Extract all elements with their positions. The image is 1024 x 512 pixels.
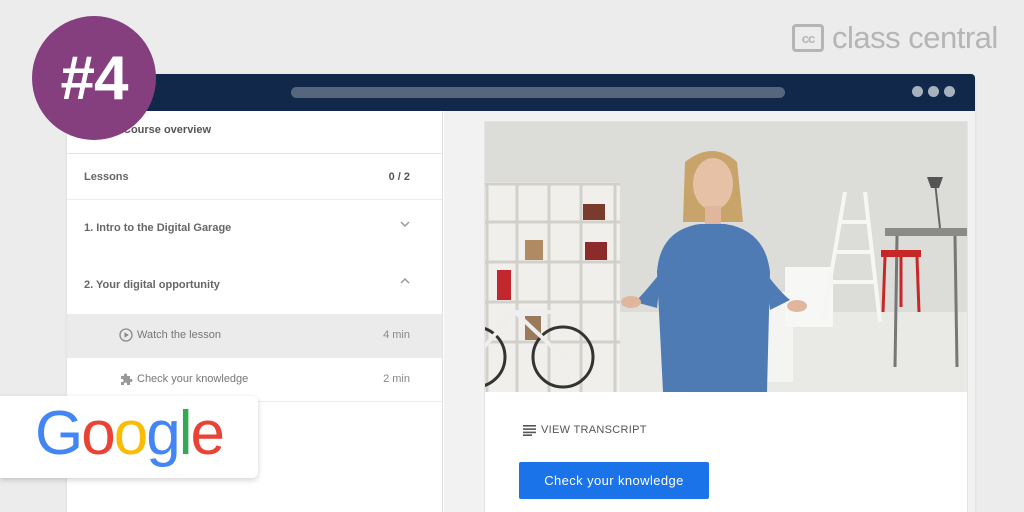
google-letter: o (81, 399, 116, 468)
google-logo-card: Google (0, 396, 258, 478)
view-transcript-button[interactable]: VIEW TRANSCRIPT (523, 424, 647, 436)
class-central-wordmark: class central (832, 20, 998, 55)
lesson-item-watch[interactable]: Watch the lesson 4 min (67, 314, 442, 358)
lessons-label: Lessons (84, 171, 129, 183)
rank-badge: #4 (32, 16, 156, 140)
menu-dot (912, 86, 923, 97)
browser-titlebar (67, 74, 975, 111)
lessons-progress: 0 / 2 (388, 171, 410, 183)
play-circle-icon (119, 328, 133, 342)
google-letter: G (35, 399, 83, 468)
module-title: 2. Your digital opportunity (84, 279, 220, 291)
lesson-title: Check your knowledge (137, 373, 249, 385)
menu-dot (944, 86, 955, 97)
google-letter: g (146, 399, 181, 468)
google-letter: l (178, 399, 193, 468)
check-knowledge-button[interactable]: Check your knowledge (519, 462, 709, 499)
lesson-title: Watch the lesson (137, 329, 221, 341)
lesson-duration: 2 min (383, 373, 410, 385)
chevron-down-icon (400, 221, 410, 228)
module-item-digital-opportunity[interactable]: 2. Your digital opportunity (67, 257, 442, 314)
view-transcript-label: VIEW TRANSCRIPT (541, 424, 647, 436)
lesson-card: VIEW TRANSCRIPT Check your knowledge (484, 121, 968, 512)
menu-dot (928, 86, 939, 97)
google-letter: o (113, 399, 149, 468)
module-item-intro[interactable]: 1. Intro to the Digital Garage (67, 200, 442, 257)
window-menu-icon[interactable] (912, 86, 955, 97)
class-central-logo: cc class central (792, 20, 998, 55)
google-letter: e (190, 399, 225, 468)
lesson-duration: 4 min (383, 329, 410, 341)
chevron-up-icon (400, 277, 410, 284)
transcript-lines-icon (523, 425, 536, 436)
address-bar[interactable] (291, 87, 785, 98)
module-title: 1. Intro to the Digital Garage (84, 222, 232, 234)
class-central-mark-icon: cc (792, 24, 824, 52)
lessons-header: Lessons 0 / 2 (67, 154, 442, 200)
lesson-content: VIEW TRANSCRIPT Check your knowledge (444, 111, 975, 512)
google-logo: Google (35, 403, 225, 465)
lesson-video[interactable] (485, 122, 967, 392)
puzzle-icon (121, 373, 133, 385)
